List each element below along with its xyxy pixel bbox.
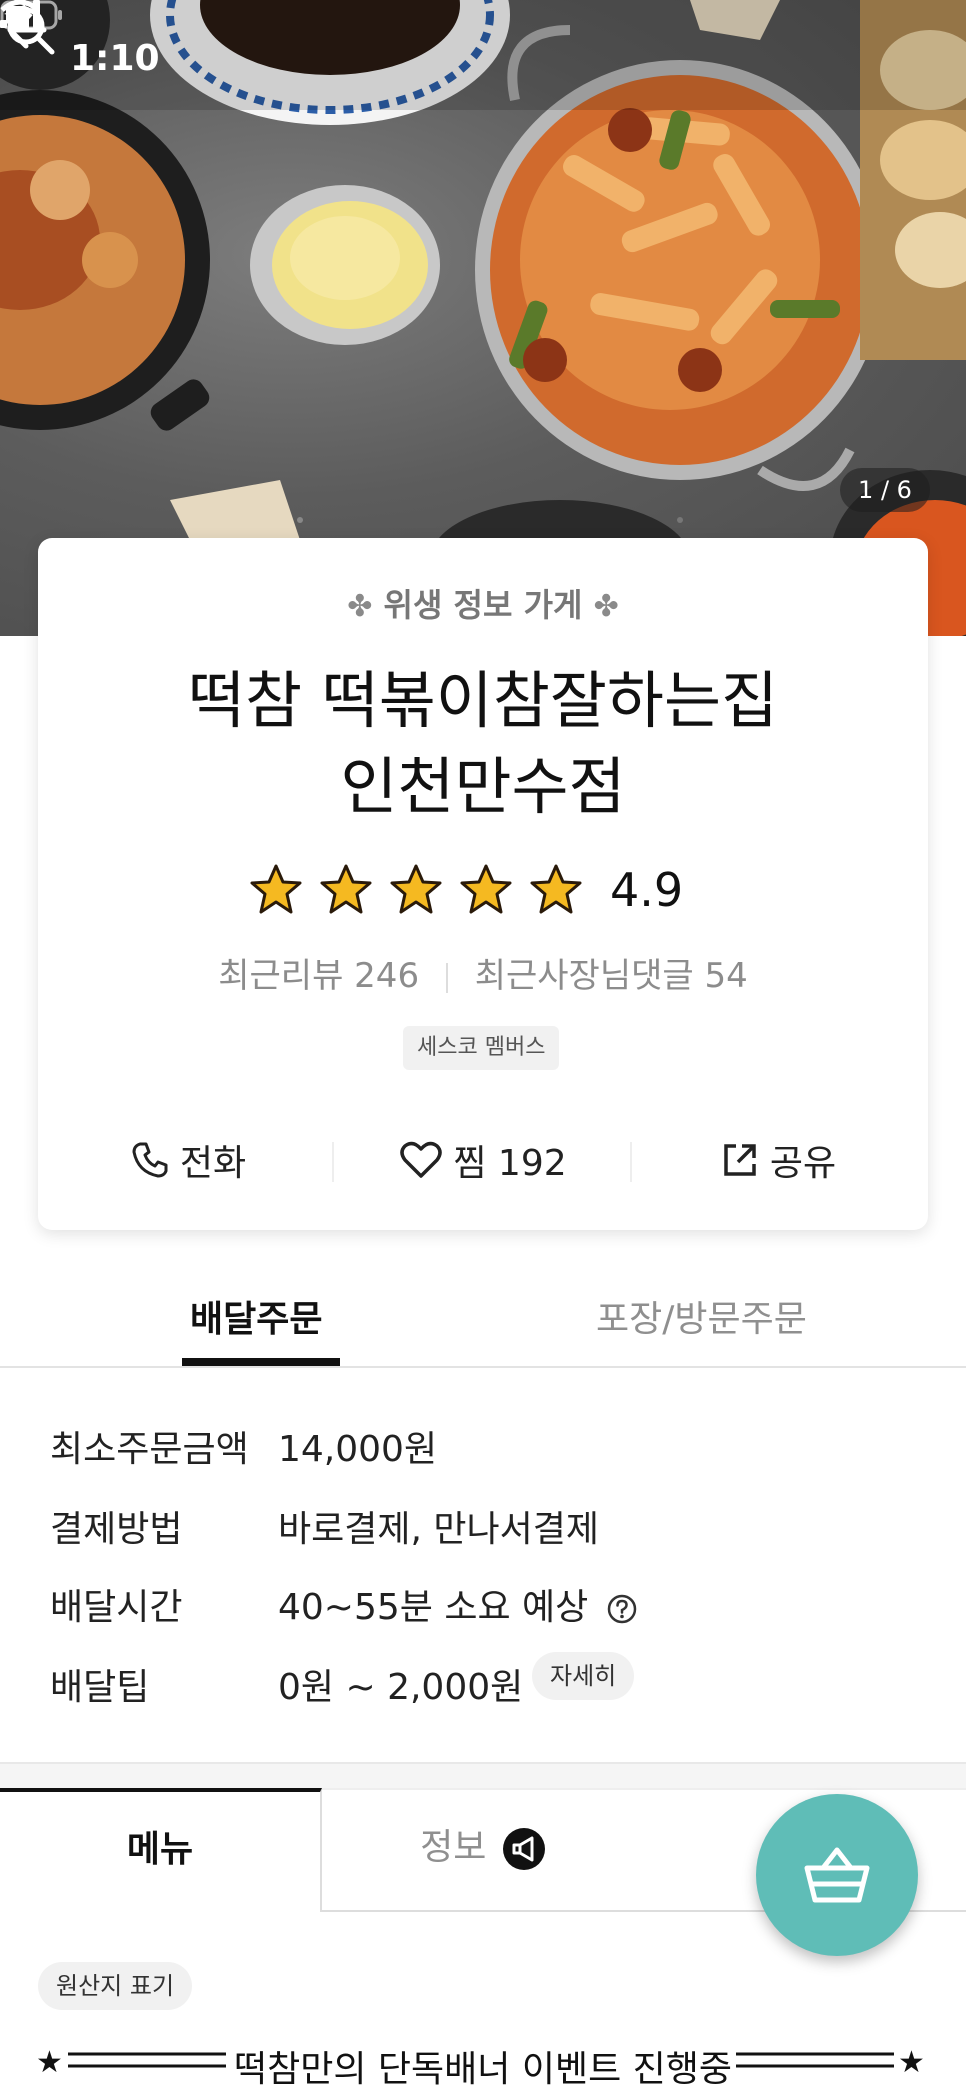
info-row-delivery-time: 배달시간 40~55분 소요 예상	[50, 1578, 930, 1634]
info-row-payment: 결제방법 바로결제, 만나서결제	[50, 1500, 930, 1556]
payment-value: 바로결제, 만나서결제	[278, 1509, 599, 1550]
info-row-min-order: 최소주문금액 14,000원	[50, 1420, 930, 1476]
store-actions: 전화 찜 192 공유	[38, 1120, 928, 1200]
event-banner-text[interactable]: 떡참만의 단독배너 이벤트 진행중	[0, 2040, 966, 2091]
tab-info[interactable]: 정보	[322, 1788, 644, 1912]
rating-row: 4.9	[248, 860, 683, 920]
star-icon	[390, 864, 442, 914]
store-name: 떡참 떡볶이참잘하는집 인천만수점	[38, 658, 928, 830]
search-icon[interactable]	[0, 0, 60, 60]
store-name-line2: 인천만수점	[340, 750, 626, 823]
share-button[interactable]: 공유	[648, 1120, 908, 1200]
photo-counter: 1 / 6	[840, 468, 930, 512]
review-stats[interactable]: 최근리뷰 246 최근사장님댓글 54	[38, 948, 928, 997]
hygiene-badge: ✤ 위생 정보 가게 ✤	[38, 580, 928, 626]
call-button[interactable]: 전화	[68, 1120, 308, 1200]
payment-label: 결제방법	[50, 1509, 183, 1550]
share-icon	[724, 1144, 756, 1176]
tab-pickup-order[interactable]: 포장/방문주문	[596, 1290, 807, 1342]
star-icon	[250, 864, 302, 914]
divider	[445, 962, 448, 993]
delivery-tip-value: 0원 ~ 2,000원	[278, 1667, 524, 1708]
call-label: 전화	[179, 1143, 247, 1184]
leaf-left-icon: ✤	[347, 589, 373, 624]
status-time: 1:10	[70, 38, 160, 79]
megaphone-icon	[502, 1828, 545, 1870]
basket-icon	[804, 1847, 870, 1903]
section-divider	[0, 1762, 966, 1790]
tab-delivery-order[interactable]: 배달주문	[190, 1290, 322, 1342]
leaf-right-icon: ✤	[593, 589, 619, 624]
like-label: 찜 192	[453, 1143, 567, 1184]
cart-button[interactable]	[756, 1794, 918, 1956]
status-bar: 1:10	[0, 0, 966, 120]
order-type-tabs: 배달주문 포장/방문주문	[0, 1280, 966, 1368]
delivery-tip-detail-button[interactable]: 자세히	[532, 1652, 635, 1700]
delivery-time-value-wrap: 40~55분 소요 예상	[278, 1578, 638, 1630]
delivery-time-value: 40~55분 소요 예상	[278, 1587, 589, 1628]
hygiene-badge-label: 위생 정보 가게	[383, 586, 583, 624]
rating-value: 4.9	[610, 863, 684, 917]
store-name-line1: 떡참 떡볶이참잘하는집	[187, 664, 779, 737]
info-row-delivery-tip: 배달팁 0원 ~ 2,000원 자세히	[50, 1652, 930, 1714]
divider	[630, 1142, 632, 1182]
store-info-card: ✤ 위생 정보 가게 ✤ 떡참 떡볶이참잘하는집 인천만수점 4.9 최근리뷰 …	[38, 538, 928, 1230]
member-tag: 세스코 멤버스	[403, 1026, 560, 1070]
star-icon	[530, 864, 582, 914]
help-icon[interactable]	[606, 1593, 638, 1625]
min-order-label: 최소주문금액	[50, 1429, 249, 1470]
origin-label-button[interactable]: 원산지 표기	[38, 1962, 193, 2010]
tab-info-label: 정보	[420, 1827, 487, 1868]
star-icon	[460, 864, 512, 914]
star-icon	[320, 864, 372, 914]
like-button[interactable]: 찜 192	[348, 1120, 618, 1200]
delivery-tip-label: 배달팁	[50, 1667, 150, 1708]
share-label: 공유	[769, 1143, 837, 1184]
delivery-time-label: 배달시간	[50, 1587, 183, 1628]
min-order-value: 14,000원	[278, 1429, 438, 1470]
phone-icon	[132, 1142, 168, 1178]
divider	[332, 1142, 334, 1182]
recent-reviews[interactable]: 최근리뷰 246	[218, 956, 419, 996]
owner-replies[interactable]: 최근사장님댓글 54	[475, 956, 748, 996]
heart-icon	[400, 1141, 443, 1178]
tab-menu[interactable]: 메뉴	[0, 1788, 322, 1912]
active-tab-indicator	[182, 1358, 340, 1366]
